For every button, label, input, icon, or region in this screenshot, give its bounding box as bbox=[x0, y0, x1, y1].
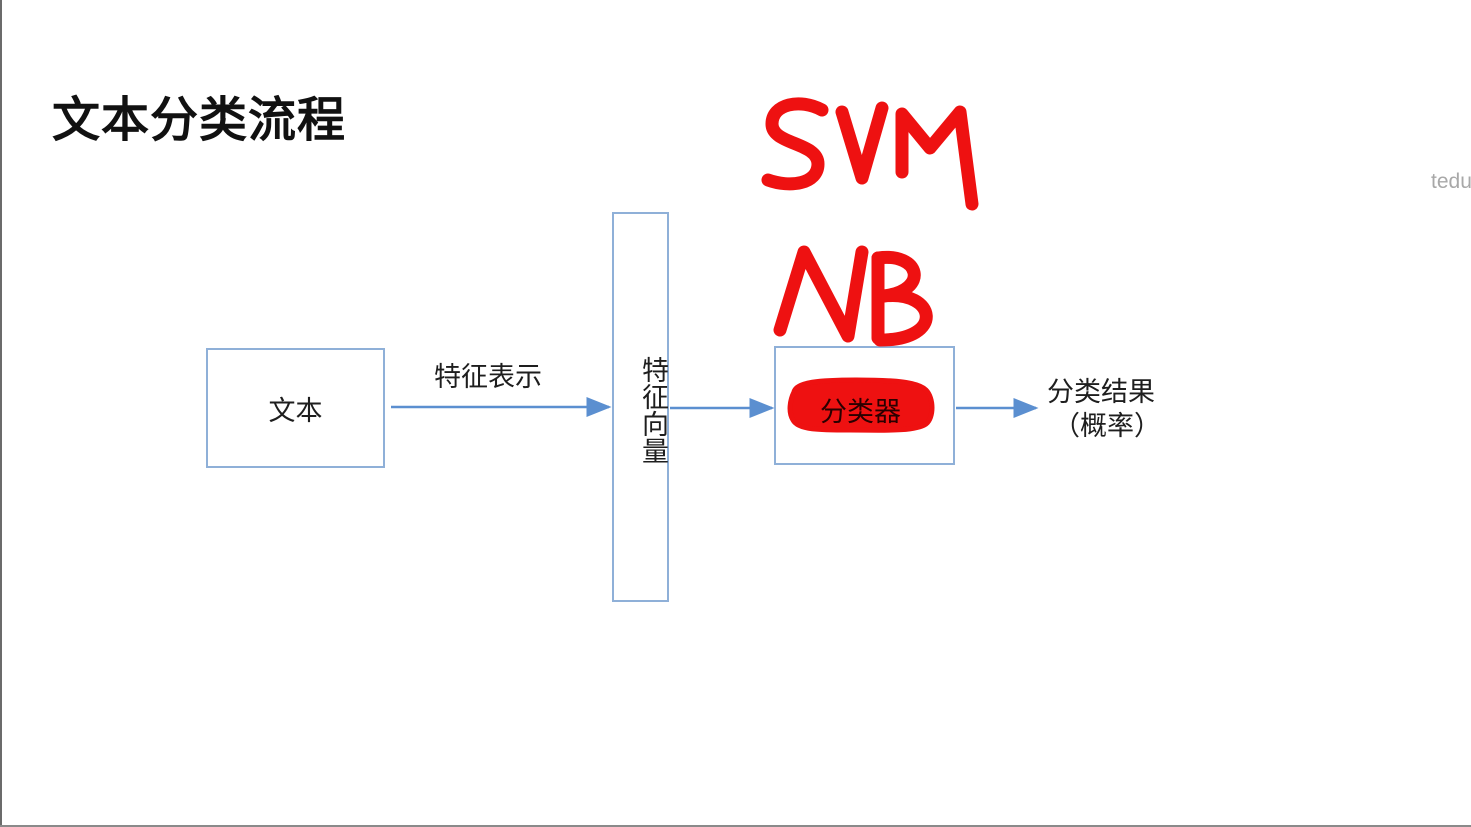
handwritten-svm-annotation bbox=[761, 97, 979, 211]
watermark-text: tedu bbox=[1431, 170, 1471, 193]
slide-title: 文本分类流程 bbox=[52, 92, 347, 148]
slide-canvas: 文本分类流程 tedu 文本 特征表示 特征向量 分类结果 （概率） 分类器 bbox=[0, 0, 1471, 827]
output-label-result: 分类结果 bbox=[1047, 377, 1155, 408]
edge-label-feature-representation: 特征表示 bbox=[434, 362, 542, 393]
handwritten-nb-annotation bbox=[773, 245, 933, 347]
slide-left-border bbox=[0, 0, 2, 827]
node-feature-vector-label: 特征向量 bbox=[637, 356, 668, 464]
node-text-label: 文本 bbox=[268, 395, 323, 427]
node-classifier-label: 分类器 bbox=[820, 397, 901, 428]
output-label-probability: （概率） bbox=[1053, 411, 1161, 442]
node-text-box: 文本 bbox=[206, 348, 385, 468]
